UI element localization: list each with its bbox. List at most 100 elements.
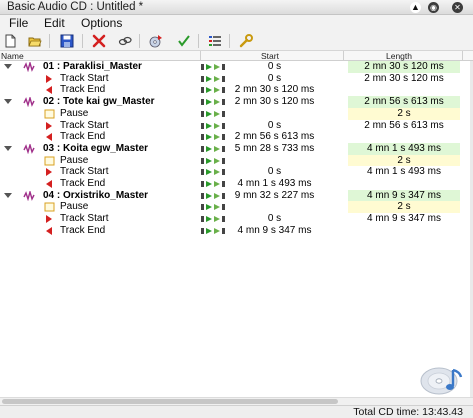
total-cd-time: Total CD time: 13:43.43 <box>353 406 463 418</box>
track-start-marker-icon <box>46 121 52 130</box>
check-icon[interactable] <box>175 33 192 49</box>
row-start: 0 s <box>267 61 282 72</box>
track-end-marker-icon <box>46 180 52 188</box>
horizontal-scrollbar-thumb[interactable] <box>2 399 338 404</box>
row-length: 4 mn 9 s 347 ms <box>367 213 441 225</box>
pause-row[interactable]: Pause 2 s <box>0 154 473 167</box>
row-name: Pause <box>60 201 89 213</box>
row-name: Track End <box>60 224 106 236</box>
row-name: Track Start <box>60 166 109 178</box>
track-start-row[interactable]: Track Start 0 s 2 mn 30 s 120 ms <box>0 73 473 85</box>
pause-row[interactable]: Pause 2 s <box>0 107 473 120</box>
toolbar-separator <box>49 34 50 48</box>
row-name: Track End <box>60 178 106 189</box>
row-length: 2 s <box>348 107 460 120</box>
collapse-arrow-icon[interactable] <box>4 99 12 105</box>
track-start-row[interactable]: Track Start 0 s 2 mn 56 s 613 ms <box>0 120 473 132</box>
track-end-row[interactable]: Track End 4 mn 1 s 493 ms <box>0 178 473 190</box>
waveform-icon <box>23 190 35 201</box>
column-divider[interactable] <box>462 51 463 61</box>
close-window-icon[interactable]: ✕ <box>452 2 463 13</box>
row-length: 2 mn 30 s 120 ms <box>348 61 460 73</box>
transition-icon[interactable] <box>201 110 227 118</box>
collapse-arrow-icon[interactable] <box>4 192 12 198</box>
row-start: 0 s <box>267 72 282 84</box>
window-title: Basic Audio CD : Untitled * <box>7 1 144 13</box>
pause-icon <box>44 202 55 212</box>
row-length: 2 s <box>348 154 460 167</box>
track-end-row[interactable]: Track End 4 mn 9 s 347 ms <box>0 225 473 237</box>
row-start: 0 s <box>267 213 282 225</box>
settings-icon[interactable] <box>237 33 254 49</box>
properties-icon[interactable] <box>206 33 223 49</box>
row-start: 2 mn 56 s 613 ms <box>234 131 315 143</box>
menu-bar: File Edit Options <box>0 15 473 31</box>
row-start: 4 mn 9 s 347 ms <box>237 224 312 236</box>
pause-row[interactable]: Pause 2 s <box>0 201 473 214</box>
row-name: Track End <box>60 84 106 96</box>
toolbar-separator <box>139 34 140 48</box>
track-end-marker-icon <box>46 133 52 142</box>
track-end-row[interactable]: Track End 2 mn 56 s 613 ms <box>0 131 473 143</box>
row-length: 4 mn 9 s 347 ms <box>348 189 460 202</box>
row-name: Track Start <box>60 213 109 225</box>
track-row[interactable]: 04 : Orxistriko_Master 9 mn 32 s 227 ms 4 … <box>0 189 473 202</box>
row-name: Track Start <box>60 119 109 131</box>
row-start: 9 mn 32 s 227 ms <box>234 189 315 201</box>
column-length[interactable]: Length <box>386 51 412 61</box>
toolbar <box>0 31 473 51</box>
row-name: 01 : Paraklisi_Master <box>43 61 142 72</box>
delete-icon[interactable] <box>90 33 107 49</box>
transition-icon[interactable] <box>201 203 227 211</box>
track-start-row[interactable]: Track Start 0 s 4 mn 9 s 347 ms <box>0 213 473 225</box>
track-row[interactable]: 02 : Tote kai gw_Master 2 mn 30 s 120 ms 2… <box>0 96 473 108</box>
track-start-marker-icon <box>46 168 52 177</box>
menu-options[interactable]: Options <box>81 16 122 30</box>
row-length: 2 mn 30 s 120 ms <box>364 72 444 84</box>
column-divider[interactable] <box>343 51 344 61</box>
row-length: 4 mn 1 s 493 ms <box>348 142 460 155</box>
menu-edit[interactable]: Edit <box>44 16 65 30</box>
open-icon[interactable] <box>26 33 43 49</box>
waveform-icon <box>23 97 35 108</box>
collapse-arrow-icon[interactable] <box>4 64 12 69</box>
pause-icon <box>44 109 55 119</box>
row-length: 2 mn 56 s 613 ms <box>364 119 444 131</box>
track-end-row[interactable]: Track End 2 mn 30 s 120 ms <box>0 84 473 96</box>
link-icon[interactable] <box>116 33 133 49</box>
row-start: 0 s <box>267 166 282 178</box>
toolbar-separator <box>229 34 230 48</box>
save-icon[interactable] <box>58 33 75 49</box>
track-start-marker-icon <box>46 74 52 83</box>
row-length: 2 s <box>348 201 460 214</box>
track-row[interactable]: 03 : Koita egw_Master 5 mn 28 s 733 ms 4 m… <box>0 142 473 155</box>
row-name: Pause <box>60 107 89 119</box>
toolbar-separator <box>198 34 199 48</box>
row-start: 5 mn 28 s 733 ms <box>234 142 315 154</box>
new-icon[interactable] <box>1 33 18 49</box>
burn-icon[interactable] <box>147 33 164 49</box>
column-divider[interactable] <box>200 51 201 61</box>
column-start[interactable]: Start <box>261 51 279 61</box>
row-name: 02 : Tote kai gw_Master <box>43 96 155 108</box>
track-row[interactable]: 01 : Paraklisi_Master 0 s 2 mn 30 s 120 ms <box>0 61 473 73</box>
toolbar-separator <box>82 34 83 48</box>
track-end-marker-icon <box>46 226 52 235</box>
horizontal-scrollbar[interactable] <box>0 397 473 405</box>
restore-window-icon[interactable]: ◉ <box>428 2 439 13</box>
column-header: Name Start Length <box>0 51 473 61</box>
row-name: Track Start <box>60 72 109 84</box>
audio-cd-logo-icon <box>420 367 463 395</box>
transition-icon[interactable] <box>201 157 227 165</box>
track-start-row[interactable]: Track Start 0 s 4 mn 1 s 493 ms <box>0 166 473 178</box>
column-name[interactable]: Name <box>1 51 24 61</box>
row-start: 4 mn 1 s 493 ms <box>237 178 312 189</box>
row-start: 0 s <box>267 119 282 131</box>
menu-file[interactable]: File <box>9 16 28 30</box>
row-name: Track End <box>60 131 106 143</box>
status-bar: Total CD time: 13:43.43 <box>0 405 473 418</box>
title-bar: Basic Audio CD : Untitled * ▲ ◉ ✕ <box>0 0 473 15</box>
collapse-arrow-icon[interactable] <box>4 145 12 151</box>
pin-icon[interactable]: ▲ <box>410 2 421 13</box>
waveform-icon <box>23 62 35 72</box>
